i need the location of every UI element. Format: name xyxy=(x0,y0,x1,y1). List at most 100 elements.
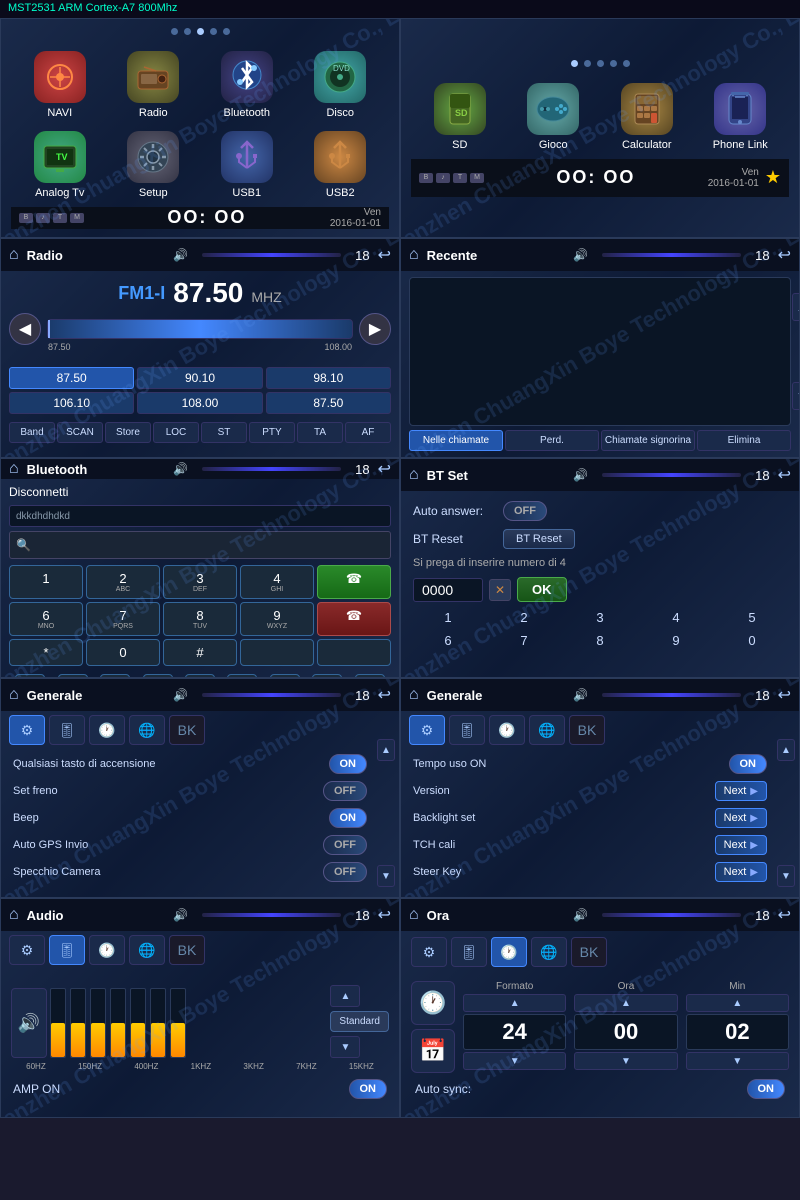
eq-bar-track-60hz[interactable] xyxy=(50,988,66,1058)
app-icon-phone[interactable]: Phone Link xyxy=(696,79,786,155)
bt-home-icon[interactable]: ⌂ xyxy=(9,460,19,478)
gen-right-icon-clock[interactable]: 🕐 xyxy=(489,715,525,745)
bt-key-2[interactable]: 2ABC xyxy=(86,565,160,599)
gen-left-icon-bk[interactable]: BK xyxy=(169,715,205,745)
bt-key-empty1[interactable] xyxy=(240,639,314,666)
audio-icon-eq[interactable]: 🎚 xyxy=(49,935,85,965)
bt-key-6[interactable]: 6MNO xyxy=(9,602,83,636)
app-icon-radio[interactable]: Radio xyxy=(109,47,199,123)
gen-left-icon-clock[interactable]: 🕐 xyxy=(89,715,125,745)
ora-icon-clock[interactable]: 🕐 xyxy=(491,937,527,967)
btset-vol-icon[interactable]: 🔊 xyxy=(573,468,588,482)
bt-key-1[interactable]: 1 xyxy=(9,565,83,599)
gen-left-icon-eq[interactable]: 🎚 xyxy=(49,715,85,745)
radio-preset-1[interactable]: 87.50 xyxy=(9,367,134,389)
ora-min-down[interactable]: ▼ xyxy=(686,1052,789,1070)
gen-left-vol-slider[interactable] xyxy=(202,693,341,697)
gen-right-scroll-down[interactable]: ▼ xyxy=(777,865,795,887)
btset-num-2[interactable]: 2 xyxy=(520,610,527,625)
gen-right-vol-slider[interactable] xyxy=(602,693,741,697)
bt-key-call-green[interactable]: ☎ xyxy=(317,565,391,599)
btset-num-9[interactable]: 9 xyxy=(672,633,679,648)
radio-btn-af[interactable]: AF xyxy=(345,422,391,443)
app-icon-calc[interactable]: Calculator xyxy=(602,79,692,155)
app-icon-usb1[interactable]: USB1 xyxy=(202,127,292,203)
radio-next-button[interactable]: ▶ xyxy=(359,313,391,345)
radio-btn-band[interactable]: Band xyxy=(9,422,55,443)
radio-preset-3[interactable]: 98.10 xyxy=(266,367,391,389)
bt-disconnetti-label[interactable]: Disconnetti xyxy=(9,485,391,499)
gen-right-vol-icon[interactable]: 🔊 xyxy=(573,688,588,702)
radio-preset-2[interactable]: 90.10 xyxy=(137,367,262,389)
ora-vol-slider[interactable] xyxy=(602,913,741,917)
radio-preset-5[interactable]: 108.00 xyxy=(137,392,262,414)
radio-vol-slider[interactable] xyxy=(202,253,341,257)
eq-bar-track-150hz[interactable] xyxy=(70,988,86,1058)
audio-vol-slider[interactable] xyxy=(202,913,341,917)
audio-back-icon[interactable]: ↩ xyxy=(378,905,391,925)
bt-key-call-red[interactable]: ☎ xyxy=(317,602,391,636)
recente-vol-slider[interactable] xyxy=(602,253,741,257)
radio-btn-loc[interactable]: LOC xyxy=(153,422,199,443)
app-icon-gioco[interactable]: Gioco xyxy=(509,79,599,155)
gen-next-steer[interactable]: Next ▶ xyxy=(715,862,767,882)
btset-num-5[interactable]: 5 xyxy=(748,610,755,625)
ora-icon-eq[interactable]: 🎚 xyxy=(451,937,487,967)
gen-left-icon-settings[interactable]: ⚙ xyxy=(9,715,45,745)
bt-key-empty2[interactable] xyxy=(317,639,391,666)
recente-tab-nelle[interactable]: Nelle chiamate xyxy=(409,430,503,451)
ora-formato-up[interactable]: ▲ xyxy=(463,994,566,1012)
ora-formato-down[interactable]: ▼ xyxy=(463,1052,566,1070)
gen-left-scroll-up[interactable]: ▲ xyxy=(377,739,395,761)
ora-home-icon[interactable]: ⌂ xyxy=(409,906,419,924)
gen-right-home-icon[interactable]: ⌂ xyxy=(409,686,419,704)
bt-key-star[interactable]: * xyxy=(9,639,83,666)
audio-icon-bk[interactable]: BK xyxy=(169,935,205,965)
eq-bar-track-400hz[interactable] xyxy=(90,988,106,1058)
recente-scroll-down[interactable]: ▼ xyxy=(792,382,800,410)
recente-home-icon[interactable]: ⌂ xyxy=(409,246,419,264)
bt-key-0[interactable]: 0 xyxy=(86,639,160,666)
recente-tab-elimina[interactable]: Elimina xyxy=(697,430,791,451)
bt-vol-slider[interactable] xyxy=(202,467,341,471)
btset-code-input[interactable]: 0000 xyxy=(413,578,483,602)
radio-vol-icon[interactable]: 🔊 xyxy=(173,248,188,262)
app-icon-bluetooth[interactable]: Bluetooth xyxy=(202,47,292,123)
btset-ok-button[interactable]: OK xyxy=(517,577,567,602)
audio-icon-clock[interactable]: 🕐 xyxy=(89,935,125,965)
bt-search-bar[interactable]: 🔍 xyxy=(9,531,391,559)
audio-vol-icon[interactable]: 🔊 xyxy=(173,908,188,922)
gen-left-vol-icon[interactable]: 🔊 xyxy=(173,688,188,702)
recente-back-icon[interactable]: ↩ xyxy=(778,245,791,265)
app-icon-setup[interactable]: Setup xyxy=(109,127,199,203)
radio-btn-scan[interactable]: SCAN xyxy=(57,422,103,443)
eq-scroll-down[interactable]: ▼ xyxy=(330,1036,360,1058)
gen-next-backlight[interactable]: Next ▶ xyxy=(715,808,767,828)
radio-btn-pty[interactable]: PTY xyxy=(249,422,295,443)
eq-bar-track-7khz[interactable] xyxy=(150,988,166,1058)
gen-left-back-icon[interactable]: ↩ xyxy=(378,685,391,705)
btset-num-7[interactable]: 7 xyxy=(520,633,527,648)
btset-num-0[interactable]: 0 xyxy=(748,633,755,648)
gen-toggle-gps[interactable]: OFF xyxy=(323,835,367,855)
ora-ora-up[interactable]: ▲ xyxy=(574,994,677,1012)
bt-key-7[interactable]: 7PQRS xyxy=(86,602,160,636)
app-icon-usb2[interactable]: USB2 xyxy=(296,127,386,203)
eq-mode-button[interactable]: Standard xyxy=(330,1011,389,1032)
gen-toggle-accensione[interactable]: ON xyxy=(329,754,368,774)
bt-key-4[interactable]: 4GHI xyxy=(240,565,314,599)
gen-right-scroll-up[interactable]: ▲ xyxy=(777,739,795,761)
gen-right-back-icon[interactable]: ↩ xyxy=(778,685,791,705)
btset-clear-button[interactable]: ✕ xyxy=(489,579,511,601)
eq-bar-track-1khz[interactable] xyxy=(110,988,126,1058)
radio-btn-store[interactable]: Store xyxy=(105,422,151,443)
gen-toggle-beep[interactable]: ON xyxy=(329,808,368,828)
recente-tab-perd[interactable]: Perd. xyxy=(505,430,599,451)
gen-next-version[interactable]: Next ▶ xyxy=(715,781,767,801)
audio-amp-toggle[interactable]: ON xyxy=(349,1079,388,1099)
ora-icon-settings[interactable]: ⚙ xyxy=(411,937,447,967)
audio-home-icon[interactable]: ⌂ xyxy=(9,906,19,924)
ora-back-icon[interactable]: ↩ xyxy=(778,905,791,925)
btset-num-1[interactable]: 1 xyxy=(444,610,451,625)
radio-preset-4[interactable]: 106.10 xyxy=(9,392,134,414)
